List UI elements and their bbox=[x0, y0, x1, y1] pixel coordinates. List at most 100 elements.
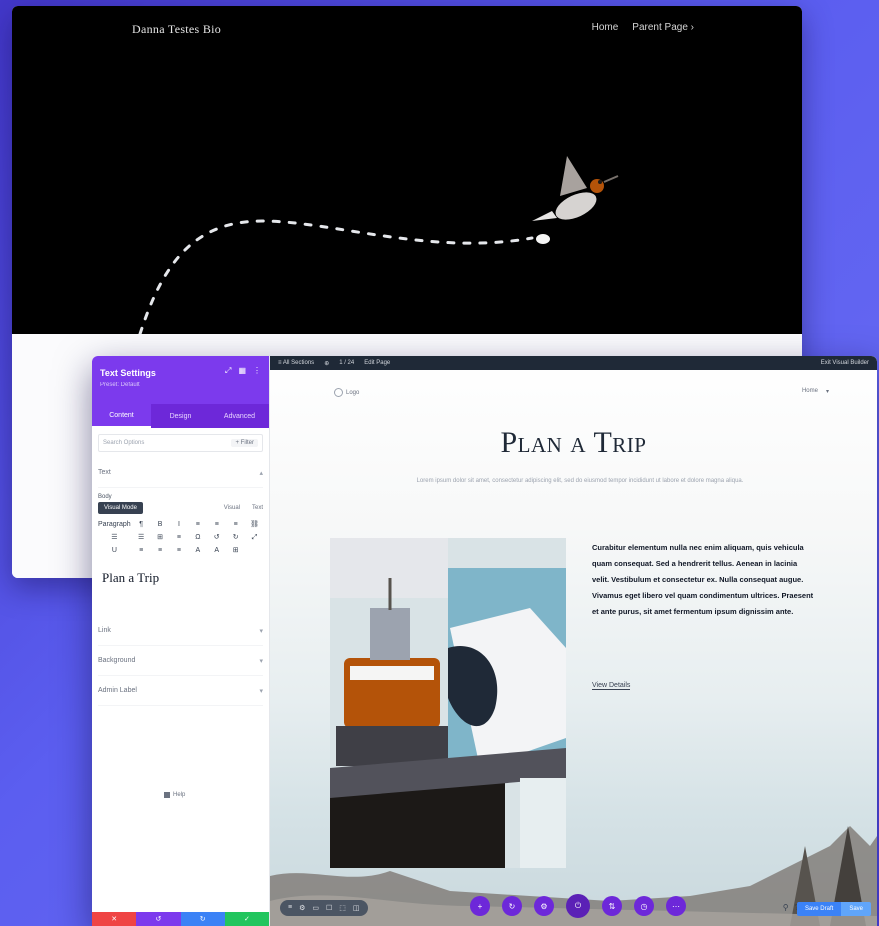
tab-content[interactable]: Content bbox=[92, 404, 151, 428]
section-admin-label: Admin Label bbox=[98, 687, 137, 694]
intro-paragraph[interactable]: Lorem ipsum dolor sit amet, consectetur … bbox=[400, 476, 760, 486]
panel-header: Text Settings Preset: Default ⤢ ▦ ⋮ Cont… bbox=[92, 356, 269, 428]
confirm-button[interactable]: ✓ bbox=[224, 912, 269, 926]
desktop-view-icon[interactable]: ▭ bbox=[312, 904, 319, 912]
page-counter: 1 / 24 bbox=[339, 360, 355, 366]
editor-tab-visual[interactable]: Visual bbox=[224, 505, 240, 511]
load-layout-button[interactable]: ↻ bbox=[502, 896, 522, 916]
visual-builder-window: Text Settings Preset: Default ⤢ ▦ ⋮ Cont… bbox=[92, 356, 877, 926]
history-button[interactable]: ◷ bbox=[634, 896, 654, 916]
zoom-icon[interactable]: ◫ bbox=[353, 904, 360, 912]
section-admin-label-toggle[interactable]: Admin Label ▾ bbox=[98, 676, 263, 706]
page-heading[interactable]: Plan a Trip bbox=[270, 426, 877, 460]
highlight-button[interactable]: A bbox=[208, 546, 225, 556]
power-button[interactable]: ⏻ bbox=[566, 894, 590, 918]
chevron-down-icon: ▾ bbox=[259, 627, 263, 635]
read-more-link[interactable]: View Details bbox=[592, 682, 631, 690]
panel-subtitle: Preset: Default bbox=[100, 382, 140, 388]
more-actions-button[interactable]: ⋯ bbox=[666, 896, 686, 916]
align-button[interactable]: ≡ bbox=[227, 520, 244, 530]
help-button[interactable]: Help bbox=[164, 792, 185, 798]
menu-icon[interactable]: ≡ bbox=[288, 904, 292, 912]
justify-button[interactable]: ≡ bbox=[171, 546, 188, 556]
editor-mode-row: Visual Mode Visual Text bbox=[98, 502, 263, 514]
chevron-down-icon: ▾ bbox=[259, 657, 263, 665]
redo-icon[interactable]: ↻ bbox=[227, 533, 244, 543]
more-icon[interactable]: ⋮ bbox=[253, 366, 261, 376]
redo-button[interactable]: ↻ bbox=[180, 912, 225, 926]
tablet-view-icon[interactable]: ☐ bbox=[326, 904, 332, 912]
section-background-toggle[interactable]: Background ▾ bbox=[98, 646, 263, 676]
hero-section: Danna Testes Bio Home Parent Page › bbox=[12, 6, 802, 334]
save-button[interactable]: Save bbox=[841, 902, 871, 916]
tab-advanced[interactable]: Advanced bbox=[210, 404, 269, 428]
save-buttons: Save Draft Save bbox=[796, 902, 871, 916]
settings-panel: Text Settings Preset: Default ⤢ ▦ ⋮ Cont… bbox=[92, 356, 270, 926]
logo-icon bbox=[334, 388, 343, 397]
description-paragraph[interactable]: Curabitur elementum nulla nec enim aliqu… bbox=[592, 540, 814, 620]
builder-top-bar: ≡ All Sections ⊕ 1 / 24 Edit Page Exit V… bbox=[270, 356, 877, 370]
panel-header-icons: ⤢ ▦ ⋮ bbox=[225, 366, 261, 376]
panel-tabs: Content Design Advanced bbox=[92, 404, 269, 428]
fullscreen-icon[interactable]: ⤢ bbox=[246, 533, 263, 543]
justify-button[interactable]: ≡ bbox=[133, 546, 150, 556]
chevron-up-icon: ▴ bbox=[259, 469, 263, 477]
exit-builder-button[interactable]: Exit Visual Builder bbox=[821, 360, 869, 366]
table-icon[interactable]: ⊞ bbox=[152, 533, 169, 543]
columns-icon[interactable]: ▦ bbox=[238, 366, 246, 376]
add-icon[interactable]: ⊕ bbox=[324, 360, 329, 367]
undo-icon[interactable]: ↺ bbox=[208, 533, 225, 543]
save-draft-button[interactable]: Save Draft bbox=[796, 902, 842, 916]
underline-button[interactable]: U bbox=[98, 546, 131, 556]
canvas-nav-dropdown[interactable]: ▾ bbox=[826, 388, 829, 395]
logo-text: Logo bbox=[346, 389, 360, 396]
wireframe-icon[interactable]: ⬚ bbox=[339, 904, 346, 912]
list-button[interactable]: ☰ bbox=[133, 533, 150, 543]
tab-design[interactable]: Design bbox=[151, 404, 210, 428]
justify-button[interactable]: ≡ bbox=[152, 546, 169, 556]
page-settings-button[interactable]: ⚙ bbox=[534, 896, 554, 916]
sections-menu[interactable]: ≡ All Sections bbox=[278, 360, 314, 366]
options-search-input[interactable]: Search Options + Filter bbox=[98, 434, 263, 452]
portability-button[interactable]: ⇅ bbox=[602, 896, 622, 916]
site-logo[interactable]: Logo bbox=[334, 388, 359, 397]
align-button[interactable]: ≡ bbox=[208, 520, 225, 530]
format-spacer bbox=[246, 546, 263, 556]
search-icon[interactable]: ⚲ bbox=[783, 903, 789, 912]
media-button[interactable]: ⊞ bbox=[227, 546, 244, 556]
bold-button[interactable]: B bbox=[152, 520, 169, 530]
section-text-toggle[interactable]: Text ▴ bbox=[98, 458, 263, 488]
formatting-toolbar: Paragraph ¶ B I ≡ ≡ ≡ ⛓ ☰ ☰ ⊞ ≡ Ω ↺ ↻ ⤢ … bbox=[98, 520, 263, 556]
panel-title: Text Settings bbox=[100, 368, 156, 378]
indent-button[interactable]: ≡ bbox=[171, 533, 188, 543]
filter-button[interactable]: + Filter bbox=[231, 439, 258, 447]
builder-canvas: ≡ All Sections ⊕ 1 / 24 Edit Page Exit V… bbox=[270, 356, 877, 926]
format-button[interactable]: Paragraph bbox=[98, 520, 131, 530]
hummingbird-illustration bbox=[138, 156, 619, 334]
section-link-toggle[interactable]: Link ▾ bbox=[98, 616, 263, 646]
section-text-label: Text bbox=[98, 469, 111, 476]
editor-text-preview[interactable]: Plan a Trip bbox=[102, 570, 259, 586]
visual-mode-button[interactable]: Visual Mode bbox=[98, 502, 143, 514]
italic-button[interactable]: I bbox=[171, 520, 188, 530]
format-button[interactable]: ¶ bbox=[133, 520, 150, 530]
expand-icon[interactable]: ⤢ bbox=[225, 366, 231, 376]
editor-tab-text[interactable]: Text bbox=[252, 505, 263, 511]
link-icon[interactable]: ⛓ bbox=[246, 520, 263, 530]
view-mode-toolbar: ≡ ⚙ ▭ ☐ ⬚ ◫ bbox=[280, 900, 368, 916]
add-module-button[interactable]: + bbox=[470, 896, 490, 916]
align-button[interactable]: ≡ bbox=[189, 520, 206, 530]
settings-icon[interactable]: ⚙ bbox=[299, 904, 305, 912]
text-color-button[interactable]: A bbox=[189, 546, 206, 556]
body-label: Body bbox=[98, 494, 112, 500]
chevron-down-icon: ▾ bbox=[259, 687, 263, 695]
list-button[interactable]: ☰ bbox=[98, 533, 131, 543]
canvas-nav-home[interactable]: Home bbox=[802, 388, 818, 395]
edit-page-link[interactable]: Edit Page bbox=[364, 360, 390, 366]
editor-tabs: Visual Text bbox=[224, 505, 263, 511]
undo-button[interactable]: ↺ bbox=[136, 912, 181, 926]
help-label: Help bbox=[173, 792, 186, 798]
discard-button[interactable]: ✕ bbox=[92, 912, 137, 926]
special-char-button[interactable]: Ω bbox=[189, 533, 206, 543]
help-icon bbox=[164, 792, 170, 798]
